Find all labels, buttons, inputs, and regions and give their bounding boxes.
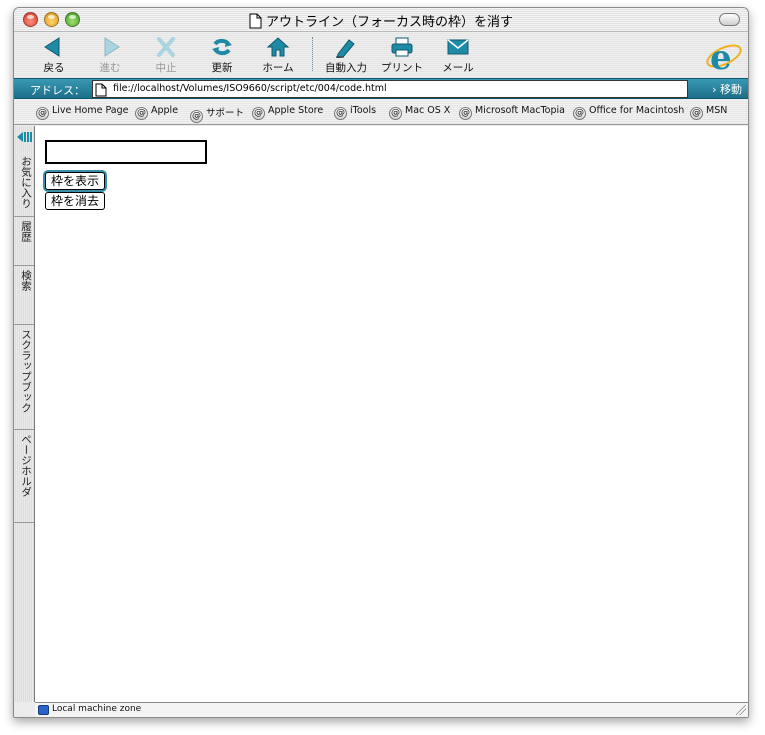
address-label: アドレス： (30, 84, 85, 97)
favorite-at-icon: @ (36, 107, 49, 120)
security-zone-text: Local machine zone (52, 704, 142, 714)
browser-window: アウトライン（フォーカス時の枠）を消す 戻る 進む 中止 更新 ホーム 自動入力 (13, 7, 749, 718)
back-button[interactable]: 戻る (26, 36, 82, 75)
hide-outline-button[interactable]: 枠を消去 (45, 192, 106, 210)
favorite-apple-store[interactable]: @ Apple Store (252, 105, 323, 120)
favorite-at-icon: @ (459, 107, 472, 120)
stop-x-icon (157, 37, 175, 57)
explorer-tab-search[interactable]: 検索 (14, 267, 34, 325)
favorite-live-home-page[interactable]: @ Live Home Page (36, 105, 129, 120)
refresh-icon (212, 38, 232, 56)
stop-label: 中止 (155, 62, 177, 74)
page-document-icon (95, 82, 107, 101)
autofill-label: 自動入力 (325, 62, 367, 74)
go-button[interactable]: › 移動 (712, 81, 742, 97)
window-title: アウトライン（フォーカス時の枠）を消す (265, 15, 513, 30)
home-button[interactable]: ホーム (250, 36, 306, 75)
favorite-itools[interactable]: @ iTools (334, 105, 376, 120)
go-arrow-icon: › (712, 83, 717, 96)
address-bar: アドレス： file://localhost/Volumes/ISO9660/s… (14, 78, 748, 99)
explorer-tab-history[interactable]: 履歴 (14, 218, 34, 266)
refresh-button[interactable]: 更新 (194, 36, 250, 75)
forward-button[interactable]: 進む (82, 36, 138, 75)
favorite-microsoft-mactopia[interactable]: @ Microsoft MacTopia (459, 105, 565, 120)
window-title-group: アウトライン（フォーカス時の枠）を消す (14, 11, 748, 33)
favorite-at-icon: @ (190, 110, 203, 123)
status-bar: Local machine zone (35, 702, 748, 717)
document-icon (249, 13, 262, 33)
toolbar-separator (312, 37, 313, 71)
back-arrow-icon (44, 37, 60, 57)
back-label: 戻る (43, 62, 65, 74)
explorer-tab-scrapbook[interactable]: スクラップブック (14, 326, 34, 430)
favorite-at-icon: @ (252, 107, 265, 120)
forward-arrow-icon (104, 37, 120, 57)
stop-button[interactable]: 中止 (138, 36, 194, 75)
show-outline-button[interactable]: 枠を表示 (45, 172, 106, 190)
explorer-tab-favorites[interactable]: お気に入り (14, 153, 34, 217)
refresh-label: 更新 (211, 62, 233, 74)
page-content: 枠を表示 枠を消去 (35, 126, 748, 702)
favorites-bar: @ Live Home Page @ Apple @ サポート @ Apple Stor… (14, 100, 748, 125)
title-bar[interactable]: アウトライン（フォーカス時の枠）を消す (14, 8, 748, 32)
security-zone-icon (38, 705, 49, 715)
text-input[interactable] (45, 140, 207, 164)
toolbar: 戻る 進む 中止 更新 ホーム 自動入力 プリント メール e (14, 32, 748, 78)
explorer-bar: お気に入り 履歴 検索 スクラップブック ページホルダ (14, 126, 35, 702)
favorite-at-icon: @ (135, 107, 148, 120)
resize-grip-icon[interactable] (736, 705, 746, 715)
favorite-at-icon: @ (389, 107, 402, 120)
mail-envelope-icon (447, 39, 469, 55)
svg-text:e: e (710, 38, 732, 75)
address-value: file://localhost/Volumes/ISO9660/script/… (113, 83, 387, 94)
favorite-msn[interactable]: @ MSN (690, 105, 727, 120)
printer-icon (391, 37, 413, 57)
autofill-pen-icon (336, 39, 355, 58)
address-input[interactable]: file://localhost/Volumes/ISO9660/script/… (92, 80, 688, 98)
mail-label: メール (442, 62, 474, 74)
explorer-tab-page-holder[interactable]: ページホルダ (14, 431, 34, 523)
favorite-office-for-macintosh[interactable]: @ Office for Macintosh (573, 105, 684, 120)
favorite-at-icon: @ (690, 107, 703, 120)
favorite-mac-os-x[interactable]: @ Mac OS X (389, 105, 450, 120)
favorite-at-icon: @ (573, 107, 586, 120)
home-label: ホーム (262, 62, 294, 74)
forward-label: 進む (99, 62, 121, 74)
go-label: 移動 (720, 83, 742, 96)
mail-button[interactable]: メール (430, 36, 486, 75)
print-button[interactable]: プリント (374, 36, 430, 75)
home-icon (266, 37, 290, 57)
autofill-button[interactable]: 自動入力 (318, 36, 374, 75)
favorite-apple[interactable]: @ Apple (135, 105, 178, 120)
print-label: プリント (381, 62, 423, 74)
favorite-at-icon: @ (334, 107, 347, 120)
explorer-toggle-icon[interactable] (16, 130, 32, 144)
favorite-support[interactable]: @ サポート (190, 105, 244, 123)
internet-explorer-logo-icon: e (706, 38, 742, 75)
toolbar-toggle-button[interactable] (719, 13, 740, 26)
